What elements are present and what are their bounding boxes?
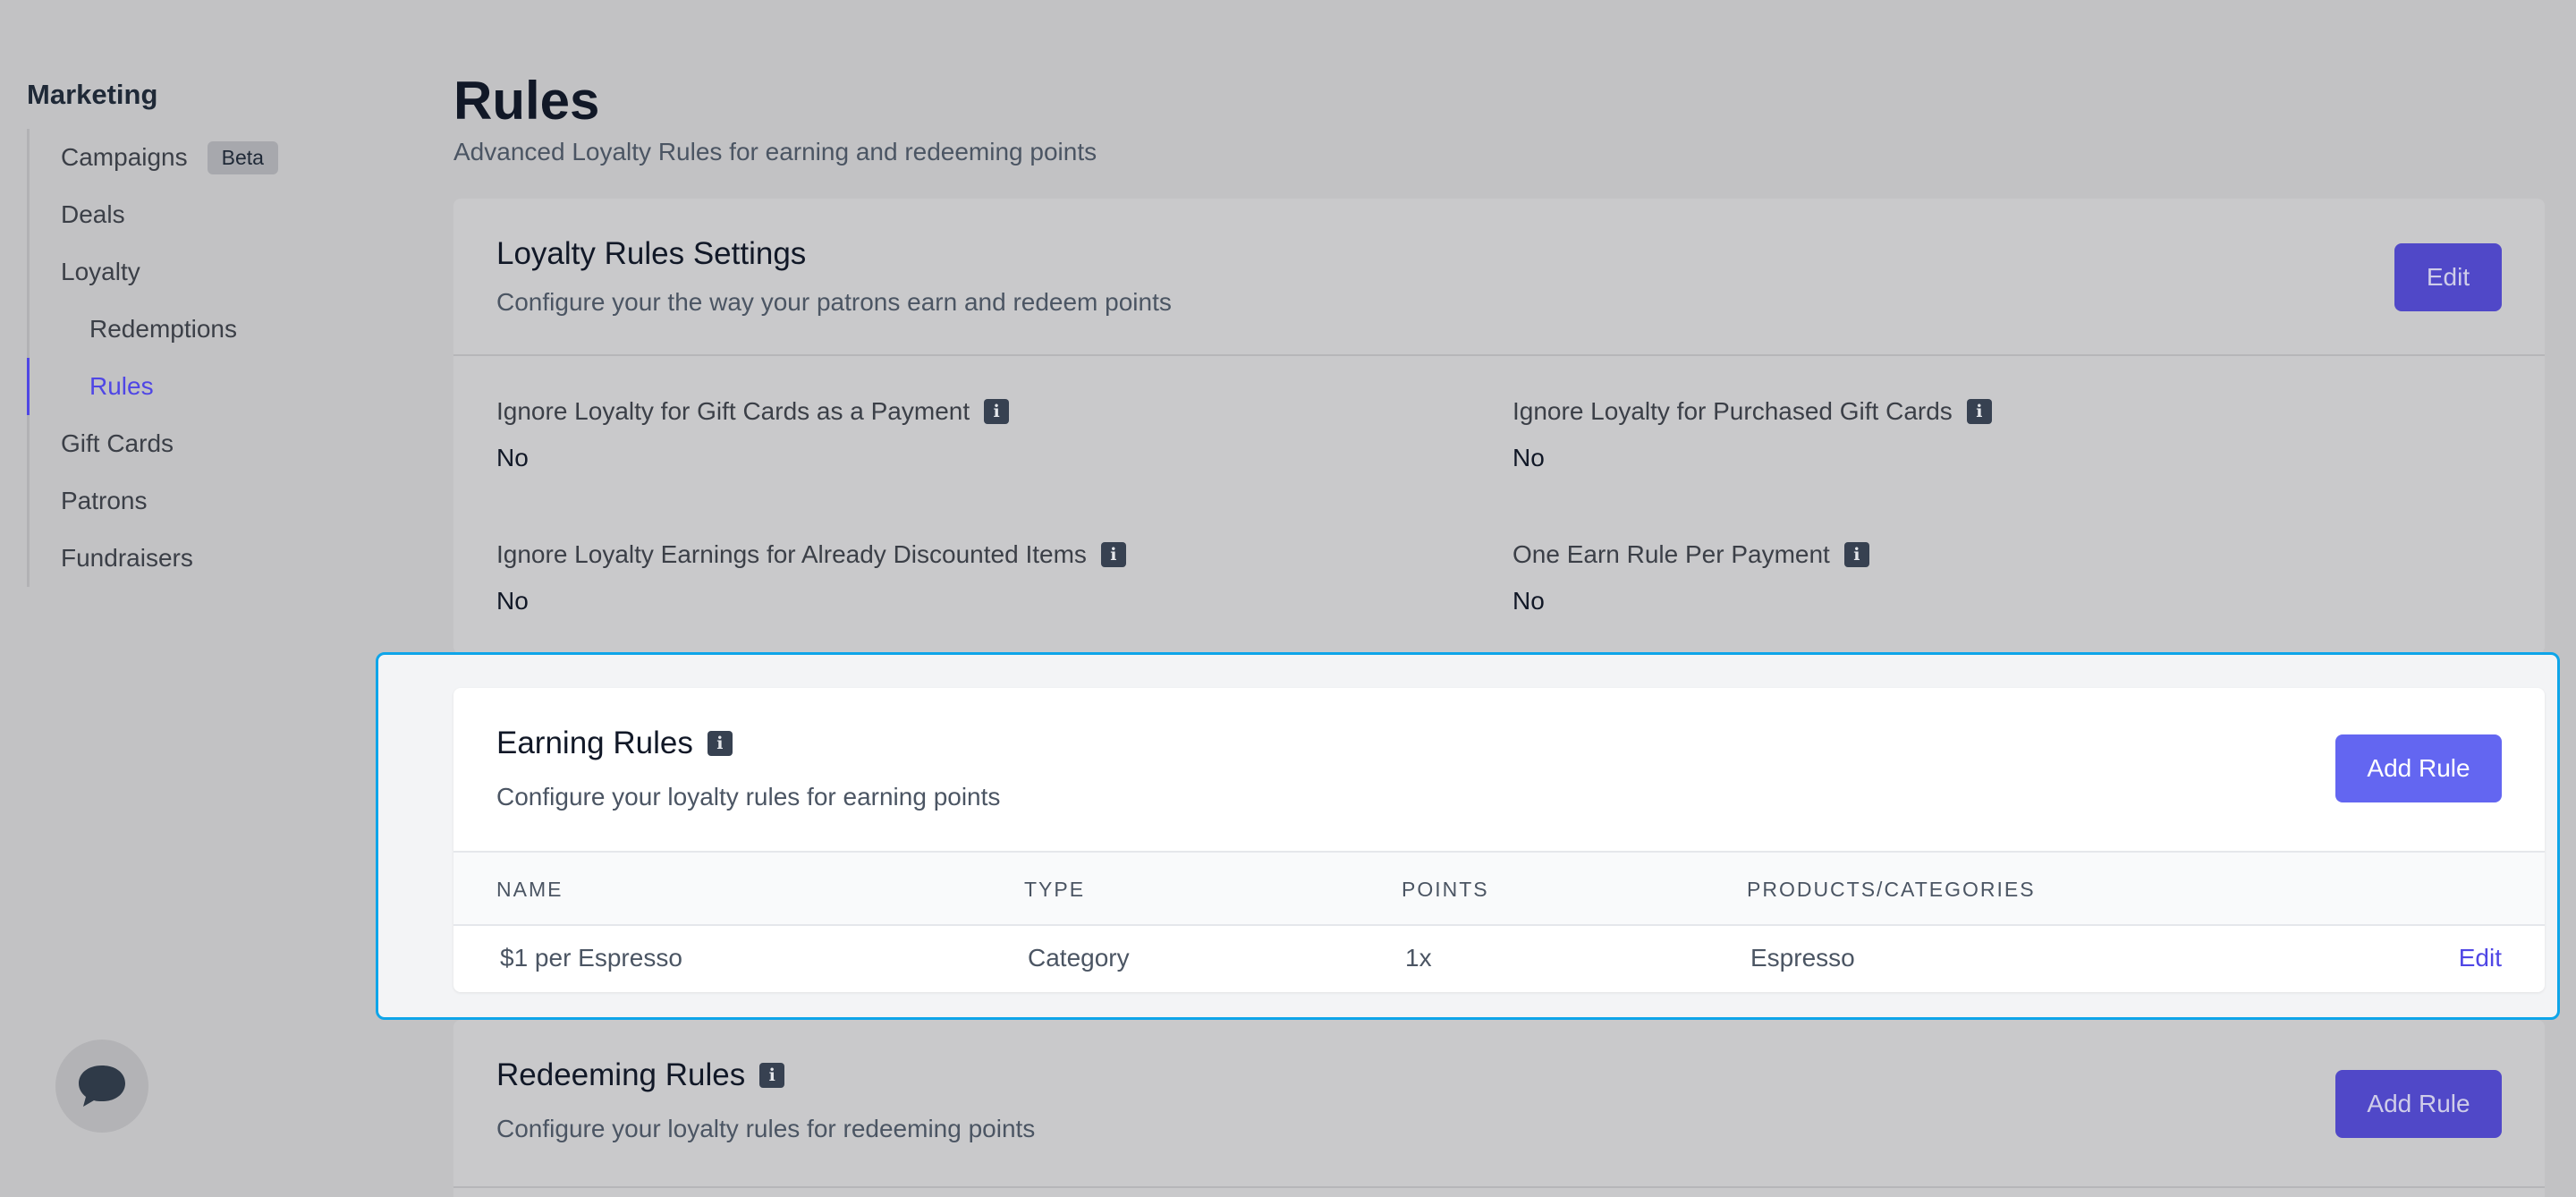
sidebar-title: Marketing: [27, 79, 158, 110]
sidebar-item-label: Gift Cards: [61, 429, 174, 457]
settings-description: Configure your the way your patrons earn…: [496, 288, 1172, 316]
edit-settings-button[interactable]: Edit: [2394, 243, 2502, 311]
setting-value: No: [1513, 587, 1545, 615]
redeeming-title-text: Redeeming Rules: [496, 1057, 746, 1092]
edit-rule-link[interactable]: Edit: [2459, 944, 2502, 972]
column-header-name: NAME: [496, 878, 564, 901]
info-icon[interactable]: i: [984, 399, 1010, 424]
beta-badge: Beta: [207, 140, 278, 174]
settings-title: Loyalty Rules Settings: [496, 236, 807, 271]
setting-ignore-purchased-gift-cards: Ignore Loyalty for Purchased Gift Cards …: [1513, 397, 2496, 472]
cell-type: Category: [1028, 944, 1130, 972]
cell-name: $1 per Espresso: [500, 944, 682, 972]
earning-description: Configure your loyalty rules for earning…: [496, 783, 1001, 811]
sidebar-item-fundraisers[interactable]: Fundraisers: [30, 530, 385, 587]
setting-value: No: [496, 587, 529, 615]
sidebar-item-loyalty[interactable]: Loyalty: [30, 243, 385, 301]
chat-bubble-icon: [79, 1065, 125, 1107]
table-row: $1 per Espresso Category 1x Espresso Edi…: [453, 926, 2545, 990]
column-header-products: PRODUCTS/CATEGORIES: [1747, 878, 2036, 901]
page-subtitle: Advanced Loyalty Rules for earning and r…: [453, 138, 1097, 166]
sidebar-nav: Campaigns Beta Deals Loyalty Redemptions…: [27, 129, 385, 587]
add-earning-rule-button[interactable]: Add Rule: [2335, 734, 2502, 802]
info-icon[interactable]: i: [1843, 542, 1869, 567]
setting-label: One Earn Rule Per Payment: [1513, 540, 1830, 568]
earning-title-text: Earning Rules: [496, 726, 693, 760]
redeeming-description: Configure your loyalty rules for redeemi…: [496, 1115, 1036, 1142]
setting-value: No: [496, 444, 529, 471]
setting-label: Ignore Loyalty Earnings for Already Disc…: [496, 540, 1087, 568]
sidebar-item-redemptions[interactable]: Redemptions: [30, 301, 385, 358]
add-redeeming-rule-button[interactable]: Add Rule: [2335, 1070, 2502, 1138]
settings-header: Loyalty Rules Settings Configure your th…: [453, 199, 2545, 356]
sidebar-item-label: Rules: [89, 372, 154, 400]
info-icon[interactable]: i: [707, 731, 733, 756]
sidebar-item-patrons[interactable]: Patrons: [30, 472, 385, 530]
sidebar-item-label: Deals: [61, 200, 125, 228]
cell-products: Espresso: [1750, 944, 1855, 972]
earning-rules-table: NAME TYPE POINTS PRODUCTS/CATEGORIES $1 …: [453, 853, 2545, 990]
sidebar-item-label: Patrons: [61, 487, 148, 514]
info-icon[interactable]: i: [1966, 399, 1992, 424]
table-header: NAME TYPE POINTS PRODUCTS/CATEGORIES: [453, 853, 2545, 926]
sidebar-item-label: Loyalty: [61, 258, 140, 285]
sidebar-item-rules[interactable]: Rules: [27, 358, 385, 415]
settings-grid: Ignore Loyalty for Gift Cards as a Payme…: [453, 356, 2545, 654]
earning-title: Earning Rules i: [496, 726, 733, 761]
cell-points: 1x: [1405, 944, 1432, 972]
redeeming-title: Redeeming Rules i: [496, 1057, 785, 1093]
redeeming-rules-card: Redeeming Rules i Configure your loyalty…: [453, 1020, 2545, 1197]
sidebar-item-gift-cards[interactable]: Gift Cards: [30, 415, 385, 472]
page-title: Rules: [453, 71, 600, 131]
sidebar-item-label: Fundraisers: [61, 544, 193, 572]
setting-label: Ignore Loyalty for Gift Cards as a Payme…: [496, 397, 970, 425]
earning-rules-card: Earning Rules i Configure your loyalty r…: [453, 688, 2545, 992]
chat-button[interactable]: [55, 1040, 148, 1133]
redeeming-header: Redeeming Rules i Configure your loyalty…: [453, 1020, 2545, 1188]
column-header-type: TYPE: [1024, 878, 1086, 901]
setting-label: Ignore Loyalty for Purchased Gift Cards: [1513, 397, 1953, 425]
info-icon[interactable]: i: [1100, 542, 1126, 567]
sidebar-item-deals[interactable]: Deals: [30, 186, 385, 243]
setting-ignore-gift-card-payment: Ignore Loyalty for Gift Cards as a Payme…: [496, 397, 1480, 472]
loyalty-rules-settings-card: Loyalty Rules Settings Configure your th…: [453, 199, 2545, 654]
setting-one-earn-rule: One Earn Rule Per Payment i No: [1513, 540, 2496, 615]
info-icon[interactable]: i: [759, 1063, 785, 1088]
sidebar: Marketing Campaigns Beta Deals Loyalty R…: [27, 79, 385, 587]
sidebar-item-campaigns[interactable]: Campaigns Beta: [30, 129, 385, 186]
earning-header: Earning Rules i Configure your loyalty r…: [453, 688, 2545, 853]
setting-ignore-discounted-items: Ignore Loyalty Earnings for Already Disc…: [496, 540, 1480, 615]
sidebar-item-label: Redemptions: [89, 315, 237, 343]
setting-value: No: [1513, 444, 1545, 471]
column-header-points: POINTS: [1402, 878, 1489, 901]
page: Marketing Campaigns Beta Deals Loyalty R…: [0, 0, 2576, 1197]
sidebar-item-label: Campaigns: [61, 143, 188, 171]
